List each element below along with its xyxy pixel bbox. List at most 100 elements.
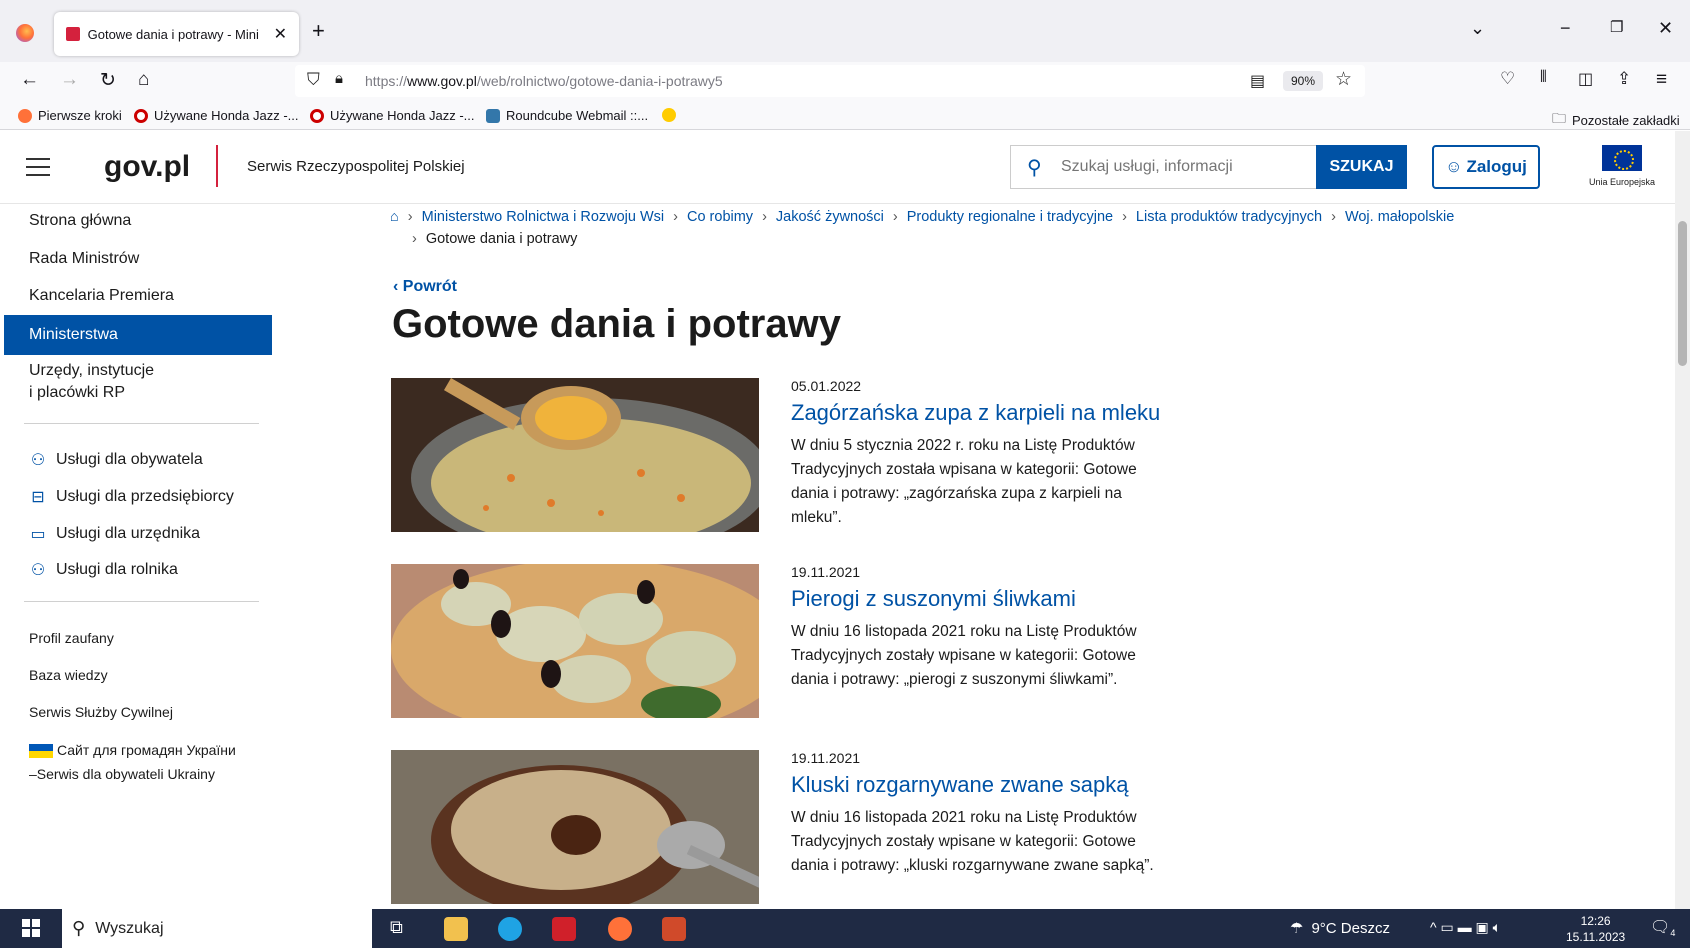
menu-icon[interactable]: [26, 158, 50, 182]
reload-icon[interactable]: ↻: [100, 69, 116, 92]
sidebar-item-business-services[interactable]: ⊟ Usługi dla przedsiębiorcy: [29, 487, 234, 507]
article-date: 19.11.2021: [791, 564, 861, 580]
breadcrumb-link[interactable]: Co robimy: [687, 209, 753, 225]
search-box: ⚲: [1010, 145, 1320, 189]
app-icon[interactable]: [552, 917, 576, 941]
library-icon[interactable]: ⫴: [1540, 69, 1547, 87]
task-view-icon[interactable]: ⧉: [390, 917, 403, 938]
eu-logo[interactable]: Unia Europejska: [1582, 145, 1662, 187]
pocket-icon[interactable]: ♡: [1500, 69, 1515, 89]
list-item: 05.01.2022 Zagórzańska zupa z karpieli n…: [391, 378, 1191, 538]
shield-icon[interactable]: ⛉: [307, 70, 320, 90]
reader-view-icon[interactable]: ▤: [1250, 71, 1265, 91]
browser-tab[interactable]: Gotowe dania i potrawy - Mini ✕: [54, 12, 299, 56]
sidebar-item-ministries[interactable]: Ministerstwa: [4, 315, 272, 355]
search-button[interactable]: SZUKAJ: [1316, 145, 1407, 189]
sidebar: Strona główna Rada Ministrów Kancelaria …: [4, 204, 272, 909]
url-text[interactable]: https://www.gov.pl/web/rolnictwo/gotowe-…: [365, 73, 723, 89]
sidebar-item-home[interactable]: Strona główna: [4, 212, 272, 230]
breadcrumb-current: Gotowe dania i potrawy: [425, 231, 578, 247]
edge-icon[interactable]: [498, 917, 522, 941]
home-icon[interactable]: ⌂: [390, 209, 399, 225]
roundcube-icon: [486, 108, 500, 123]
sidebar-link-civil-service[interactable]: Serwis Służby Cywilnej: [29, 704, 173, 720]
tab-close-icon[interactable]: ✕: [274, 24, 287, 44]
divider: [24, 601, 259, 602]
breadcrumb: ⌂ › Ministerstwo Rolnictwa i Rozwoju Wsi › C…: [390, 209, 1455, 247]
sidebar-link-ukraine[interactable]: Сайт для громадян України –Serwis dla ob…: [29, 738, 236, 786]
back-link[interactable]: ‹ Powrót: [393, 278, 457, 296]
gov-logo[interactable]: gov.pl: [104, 150, 190, 184]
bookmark-item[interactable]: [662, 108, 676, 122]
page-scrollbar[interactable]: [1675, 131, 1690, 909]
sidebar-link-trusted-profile[interactable]: Profil zaufany: [29, 630, 114, 646]
other-bookmarks[interactable]: 🗀︎ Pozostałe zakładki: [1552, 108, 1680, 132]
search-input[interactable]: [1061, 158, 1311, 176]
breadcrumb-link[interactable]: Lista produktów tradycyjnych: [1136, 209, 1322, 225]
sidebar-item-council[interactable]: Rada Ministrów: [4, 250, 272, 268]
divider: [24, 423, 259, 424]
login-button[interactable]: ☺ Zaloguj: [1432, 145, 1540, 189]
firefox-icon[interactable]: [16, 24, 34, 42]
sidebar-item-offices[interactable]: Urzędy, instytucje i placówki RP: [4, 362, 272, 402]
article-title-link[interactable]: Kluski rozgarnywane zwane sapką: [791, 772, 1129, 798]
weather-rain-icon: ☂: [1290, 920, 1304, 937]
sidebar-link-knowledge-base[interactable]: Baza wiedzy: [29, 667, 108, 683]
sidebar-item-official-services[interactable]: ▭ Usługi dla urzędnika: [29, 524, 200, 544]
tray-icons[interactable]: ^ ▭ ▬ ▣ 🔈︎: [1430, 919, 1501, 936]
breadcrumb-link[interactable]: Ministerstwo Rolnictwa i Rozwoju Wsi: [422, 209, 665, 225]
sidebar-toggle-icon[interactable]: ◫: [1578, 69, 1593, 89]
bookmarks-bar: Pierwsze kroki Używane Honda Jazz -... U…: [0, 100, 1690, 130]
briefcase-icon: ⊟: [31, 489, 45, 506]
firefox-icon: [18, 108, 32, 123]
search-icon: ⚲: [1027, 157, 1042, 179]
minimize-icon[interactable]: −: [1560, 18, 1571, 39]
forward-arrow-icon[interactable]: →: [60, 69, 79, 91]
bookmark-item[interactable]: Roundcube Webmail ::...: [486, 108, 648, 123]
page-title: Gotowe dania i potrawy: [392, 302, 841, 346]
new-tab-icon[interactable]: +: [312, 18, 325, 44]
article-image-soup[interactable]: [391, 378, 759, 532]
app-menu-icon[interactable]: ≡: [1656, 69, 1667, 91]
bookmark-item[interactable]: Pierwsze kroki: [18, 108, 122, 123]
logo-divider: [216, 145, 218, 187]
close-window-icon[interactable]: ✕: [1658, 18, 1673, 39]
powerpoint-icon[interactable]: [662, 917, 686, 941]
home-icon[interactable]: ⌂: [138, 69, 149, 91]
firefox-icon[interactable]: [608, 917, 632, 941]
laptop-icon: ▭: [30, 526, 46, 543]
breadcrumb-link[interactable]: Woj. małopolskie: [1345, 209, 1454, 225]
back-arrow-icon[interactable]: ←: [20, 69, 39, 91]
zoom-level[interactable]: 90%: [1283, 71, 1324, 91]
url-bar[interactable]: ⛉ 🔒︎ https://www.gov.pl/web/rolnictwo/go…: [295, 65, 1365, 97]
bookmark-item[interactable]: Używane Honda Jazz -...: [310, 108, 475, 123]
article-image-kluski[interactable]: [391, 750, 759, 904]
bookmark-item[interactable]: Używane Honda Jazz -...: [134, 108, 299, 123]
site-header: gov.pl Serwis Rzeczypospolitej Polskiej …: [0, 131, 1675, 204]
sidebar-item-farmer-services[interactable]: ⚇ Usługi dla rolnika: [29, 560, 178, 580]
article-date: 05.01.2022: [791, 378, 862, 394]
article-description: W dniu 16 listopada 2021 roku na Listę P…: [791, 809, 1154, 874]
windows-start-icon[interactable]: [22, 919, 40, 937]
restore-icon[interactable]: ❐: [1610, 18, 1623, 36]
bookmark-star-icon[interactable]: ☆: [1335, 68, 1352, 91]
taskbar-search[interactable]: ⚲ Wyszukaj: [62, 909, 372, 948]
sidebar-item-chancellery[interactable]: Kancelaria Premiera: [4, 287, 272, 305]
lock-icon[interactable]: 🔒︎: [335, 70, 343, 87]
notification-icon[interactable]: 🗨︎4: [1650, 917, 1675, 938]
weather-widget[interactable]: ☂ 9°C Deszcz: [1290, 919, 1390, 938]
article-title-link[interactable]: Pierogi z suszonymi śliwkami: [791, 586, 1076, 612]
breadcrumb-link[interactable]: Produkty regionalne i tradycyjne: [907, 209, 1113, 225]
article-image-pierogi[interactable]: [391, 564, 759, 718]
search-icon: ⚲: [72, 918, 86, 938]
extensions-icon[interactable]: ⇪: [1617, 69, 1631, 89]
scrollbar-thumb[interactable]: [1678, 221, 1687, 366]
tab-list-icon[interactable]: ⌄: [1470, 18, 1485, 39]
sidebar-item-citizen-services[interactable]: ⚇ Usługi dla obywatela: [29, 450, 203, 470]
clock[interactable]: 12:26 15.11.2023: [1566, 913, 1625, 945]
folder-icon: 🗀︎: [1552, 110, 1566, 126]
file-explorer-icon[interactable]: [444, 917, 468, 941]
person-icon: ⚇: [30, 562, 46, 579]
breadcrumb-link[interactable]: Jakość żywności: [776, 209, 884, 225]
article-title-link[interactable]: Zagórzańska zupa z karpieli na mleku: [791, 400, 1160, 426]
